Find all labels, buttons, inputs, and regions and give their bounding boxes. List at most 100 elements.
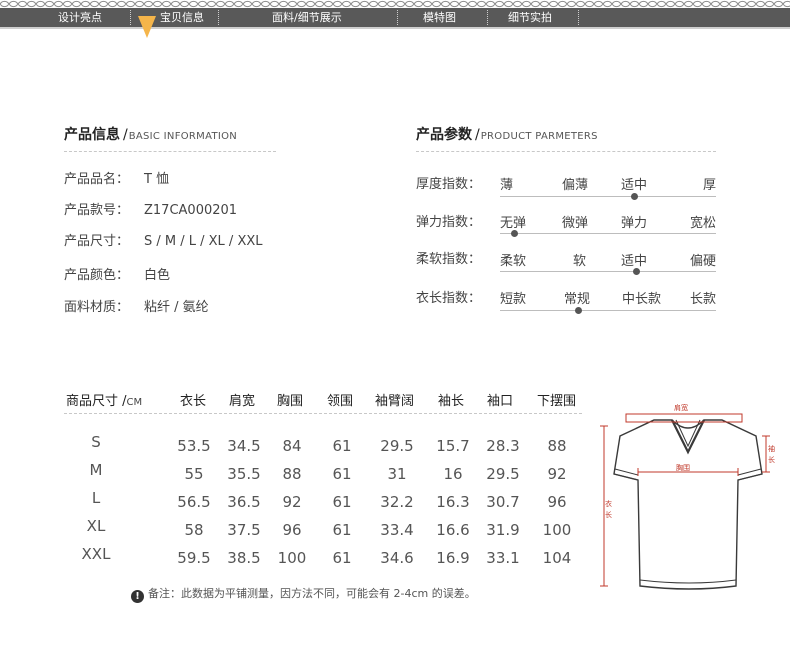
param-option: 厚 bbox=[703, 178, 717, 193]
tab-model-photos[interactable]: 模特图 bbox=[423, 8, 456, 27]
tshirt-measurement-diagram: 肩宽 胸围 袖 长 衣 长 bbox=[600, 403, 775, 590]
size-column-header: 袖口 bbox=[487, 394, 514, 409]
table-cell: 61 bbox=[332, 437, 352, 455]
size-label: XL bbox=[86, 517, 106, 535]
param-option: 薄 bbox=[500, 178, 514, 193]
param-label-thickness: 厚度指数： bbox=[416, 177, 482, 192]
chest-label: 胸围 bbox=[676, 463, 690, 472]
tab-bar-underline bbox=[0, 27, 790, 29]
param-option: 偏薄 bbox=[562, 178, 589, 193]
table-cell: 92 bbox=[547, 465, 567, 483]
size-header-unit: CM bbox=[126, 397, 143, 408]
measurement-note: ! 备注：此数据为平铺测量，因方法不同，可能会有 2-4cm 的误差。 bbox=[131, 585, 476, 603]
active-tab-pointer bbox=[138, 16, 156, 38]
length-label-char: 衣 bbox=[605, 499, 612, 508]
param-scale-line bbox=[500, 196, 716, 197]
table-cell: 34.5 bbox=[227, 437, 261, 455]
param-scale-line bbox=[500, 271, 716, 272]
param-option: 适中 bbox=[621, 178, 648, 193]
exclamation-icon: ! bbox=[131, 590, 144, 603]
param-option: 宽松 bbox=[690, 216, 717, 231]
info-label: 产品颜色： bbox=[64, 268, 130, 283]
tab-product-info[interactable]: 宝贝信息 bbox=[160, 8, 204, 27]
table-cell: 37.5 bbox=[227, 521, 261, 539]
sleeve-label-char: 袖 bbox=[768, 444, 775, 453]
tab-separator bbox=[578, 10, 579, 25]
table-cell: 61 bbox=[332, 493, 352, 511]
params-subtitle: PRODUCT PARMETERS bbox=[480, 131, 598, 142]
heading-slash: / bbox=[123, 127, 128, 143]
size-table-header-label: 商品尺寸 /CM bbox=[66, 394, 143, 409]
size-column-header: 袖长 bbox=[438, 394, 465, 409]
param-label-softness: 柔软指数： bbox=[416, 252, 482, 267]
info-label: 产品品名： bbox=[64, 172, 130, 187]
table-cell: 88 bbox=[282, 465, 302, 483]
tab-detail-shots[interactable]: 细节实拍 bbox=[508, 8, 552, 27]
info-label: 面料材质： bbox=[64, 300, 130, 315]
table-cell: 28.3 bbox=[486, 437, 520, 455]
table-cell: 16.6 bbox=[436, 521, 470, 539]
size-label: L bbox=[91, 489, 101, 507]
length-label-char: 长 bbox=[605, 510, 612, 519]
param-option: 无弹 bbox=[500, 216, 527, 231]
size-label: S bbox=[91, 433, 101, 451]
param-indicator-dot bbox=[631, 193, 638, 200]
param-indicator-dot bbox=[511, 230, 518, 237]
chain-border bbox=[0, 0, 790, 8]
size-column-header: 衣长 bbox=[180, 394, 207, 409]
table-cell: 59.5 bbox=[177, 549, 211, 567]
tab-fabric-details[interactable]: 面料/细节展示 bbox=[272, 8, 342, 27]
params-title: 产品参数 bbox=[416, 127, 472, 143]
param-option: 适中 bbox=[621, 254, 648, 269]
info-subtitle: BASIC INFORMATION bbox=[128, 131, 238, 142]
info-row-style-number: 产品款号： Z17CA000201 bbox=[64, 199, 237, 218]
note-text: 备注：此数据为平铺测量，因方法不同，可能会有 2-4cm 的误差。 bbox=[148, 587, 476, 600]
info-value: 粘纤 / 氨纶 bbox=[144, 300, 209, 315]
param-option: 长款 bbox=[690, 292, 717, 307]
table-cell: 38.5 bbox=[227, 549, 261, 567]
params-divider bbox=[416, 151, 716, 152]
param-option: 短款 bbox=[500, 292, 527, 307]
param-option: 中长款 bbox=[622, 292, 662, 307]
table-cell: 100 bbox=[277, 549, 307, 567]
table-cell: 35.5 bbox=[227, 465, 261, 483]
param-option: 常规 bbox=[564, 292, 591, 307]
tab-separator bbox=[218, 10, 219, 25]
table-cell: 92 bbox=[282, 493, 302, 511]
info-value: S / M / L / XL / XXL bbox=[144, 234, 263, 249]
param-scale-line bbox=[500, 233, 716, 234]
top-tab-bar: 设计亮点 宝贝信息 面料/细节展示 模特图 细节实拍 bbox=[0, 0, 790, 38]
table-cell: 29.5 bbox=[486, 465, 520, 483]
size-column-header: 胸围 bbox=[277, 394, 304, 409]
table-cell: 61 bbox=[332, 521, 352, 539]
params-heading: 产品参数/PRODUCT PARMETERS bbox=[416, 124, 598, 144]
param-label-elasticity: 弹力指数： bbox=[416, 215, 482, 230]
info-divider bbox=[64, 151, 276, 152]
table-cell: 88 bbox=[547, 437, 567, 455]
table-cell: 32.2 bbox=[380, 493, 414, 511]
table-cell: 15.7 bbox=[436, 437, 470, 455]
sleeve-label-char: 长 bbox=[768, 455, 775, 464]
size-column-header: 肩宽 bbox=[229, 394, 256, 409]
info-row-material: 面料材质： 粘纤 / 氨纶 bbox=[64, 296, 209, 315]
size-column-header: 下摆围 bbox=[537, 394, 577, 409]
param-option: 软 bbox=[573, 254, 587, 269]
param-label-length: 衣长指数： bbox=[416, 291, 482, 306]
param-option: 偏硬 bbox=[690, 254, 717, 269]
size-column-header: 领围 bbox=[327, 394, 354, 409]
info-row-sizes: 产品尺寸： S / M / L / XL / XXL bbox=[64, 230, 263, 249]
table-cell: 29.5 bbox=[380, 437, 414, 455]
table-cell: 36.5 bbox=[227, 493, 261, 511]
table-cell: 53.5 bbox=[177, 437, 211, 455]
table-cell: 16.3 bbox=[436, 493, 470, 511]
table-cell: 61 bbox=[332, 465, 352, 483]
param-indicator-dot bbox=[575, 307, 582, 314]
size-label: M bbox=[89, 461, 103, 479]
table-cell: 33.4 bbox=[380, 521, 414, 539]
table-cell: 84 bbox=[282, 437, 302, 455]
tab-separator bbox=[487, 10, 488, 25]
info-label: 产品尺寸： bbox=[64, 234, 130, 249]
param-option: 微弹 bbox=[562, 216, 589, 231]
table-cell: 34.6 bbox=[380, 549, 414, 567]
tab-design-highlights[interactable]: 设计亮点 bbox=[58, 8, 102, 27]
